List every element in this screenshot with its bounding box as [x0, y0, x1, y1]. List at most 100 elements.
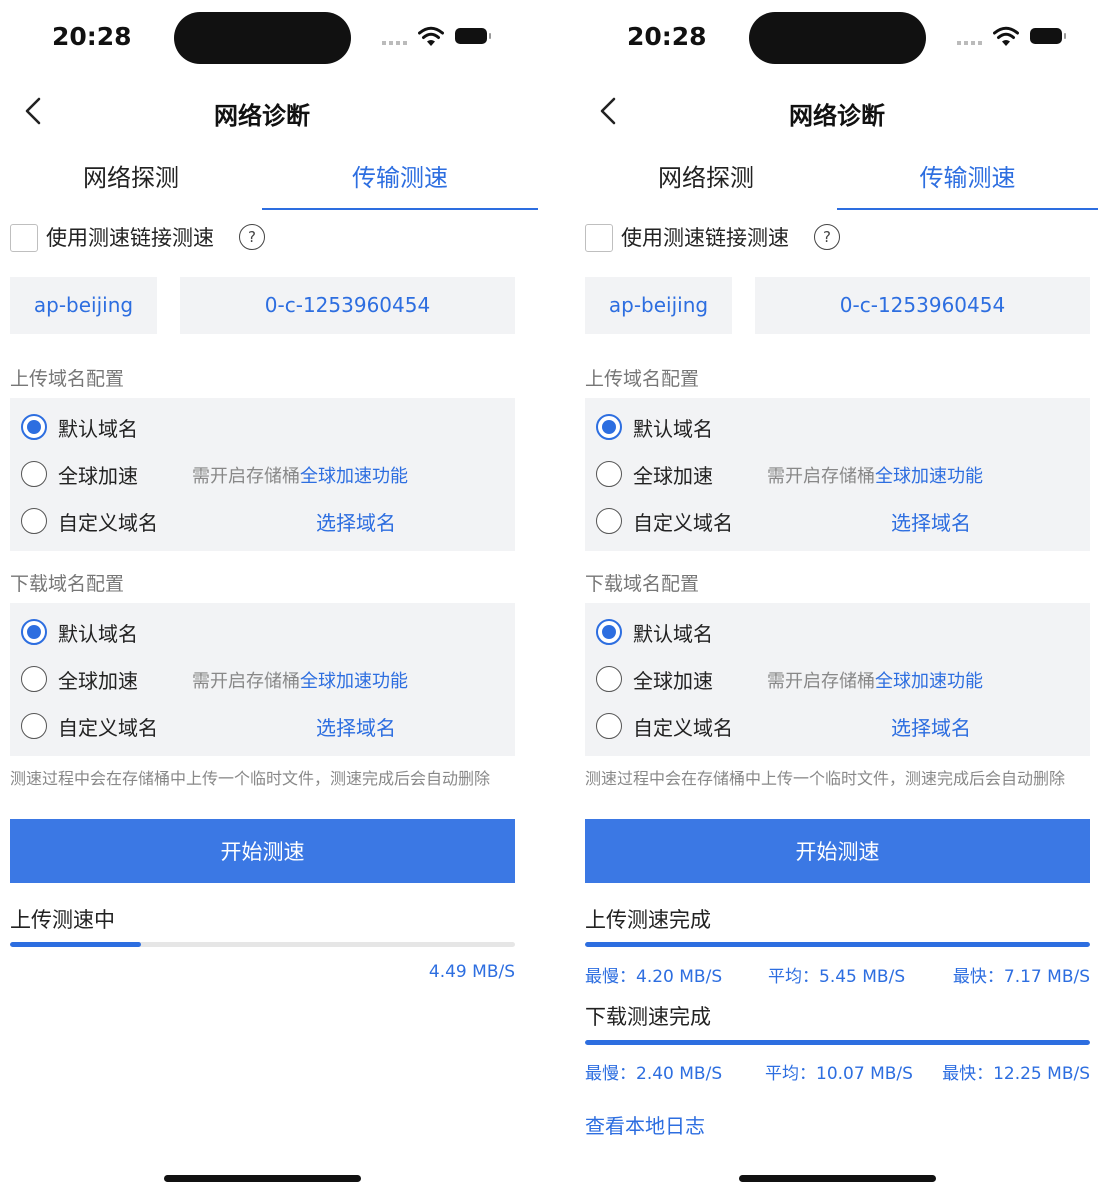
upload-option-default[interactable]: 默认域名	[10, 409, 515, 449]
upload-progress-fill	[585, 942, 1090, 947]
region-selector[interactable]: ap-beijing	[10, 277, 157, 334]
choose-domain-link[interactable]: 选择域名	[891, 712, 971, 741]
upload-domain-options: 默认域名 全球加速 需开启存储桶全球加速功能 自定义域名 选择域名	[585, 398, 1090, 551]
radio-icon[interactable]	[596, 508, 622, 534]
option-label[interactable]: 自定义域名	[633, 712, 733, 741]
tab-transfer-speed[interactable]: 传输测速	[262, 160, 538, 210]
page-title: 网络诊断	[789, 102, 885, 130]
battery-icon	[1030, 28, 1066, 44]
upload-option-custom[interactable]: 自定义域名 选择域名	[10, 503, 515, 543]
status-time: 20:28	[627, 22, 707, 51]
bucket-selector[interactable]: 0-c-1253960454	[755, 277, 1090, 334]
global-accel-link[interactable]: 全球加速功能	[875, 671, 983, 692]
choose-domain-link[interactable]: 选择域名	[316, 712, 396, 741]
download-domain-section-label: 下载域名配置	[10, 573, 125, 595]
download-option-custom[interactable]: 自定义域名 选择域名	[585, 708, 1090, 748]
speed-link-label: 使用测速链接测速	[621, 226, 789, 250]
option-label[interactable]: 默认域名	[633, 618, 713, 647]
radio-icon[interactable]	[21, 414, 47, 440]
speed-test-notice: 测速过程中会在存储桶中上传一个临时文件，测速完成后会自动删除	[10, 769, 491, 788]
hint-text: 需开启存储桶	[767, 466, 875, 487]
radio-icon[interactable]	[596, 461, 622, 487]
radio-icon[interactable]	[21, 461, 47, 487]
upload-progress-fill	[10, 942, 142, 947]
upload-option-custom[interactable]: 自定义域名 选择域名	[585, 503, 1090, 543]
radio-icon[interactable]	[21, 713, 47, 739]
start-speed-test-button[interactable]: 开始测速	[585, 819, 1090, 883]
hint-text: 需开启存储桶	[192, 671, 300, 692]
option-label[interactable]: 全球加速	[58, 460, 138, 489]
view-local-log-link[interactable]: 查看本地日志	[585, 1110, 705, 1139]
download-option-default[interactable]: 默认域名	[10, 614, 515, 654]
dynamic-island	[749, 12, 926, 64]
home-indicator	[164, 1175, 361, 1182]
help-circle-icon[interactable]: ?	[239, 224, 265, 250]
upload-option-default[interactable]: 默认域名	[585, 409, 1090, 449]
upload-domain-options: 默认域名 全球加速 需开启存储桶全球加速功能 自定义域名 选择域名	[10, 398, 515, 551]
upload-domain-section-label: 上传域名配置	[585, 368, 700, 390]
upload-option-global[interactable]: 全球加速 需开启存储桶全球加速功能	[585, 456, 1090, 496]
option-label[interactable]: 全球加速	[58, 665, 138, 694]
upload-progress-bar	[10, 942, 515, 947]
choose-domain-link[interactable]: 选择域名	[316, 507, 396, 536]
upload-slowest: 最慢：4.20 MB/S	[585, 967, 723, 987]
radio-icon[interactable]	[596, 619, 622, 645]
option-label[interactable]: 自定义域名	[58, 712, 158, 741]
download-option-custom[interactable]: 自定义域名 选择域名	[10, 708, 515, 748]
speed-link-checkbox[interactable]	[585, 224, 613, 252]
download-progress-fill	[585, 1040, 1090, 1045]
option-label[interactable]: 默认域名	[58, 618, 138, 647]
hint-text: 需开启存储桶	[767, 671, 875, 692]
tab-network-probe[interactable]: 网络探测	[0, 160, 262, 208]
current-speed: 4.49 MB/S	[428, 962, 515, 982]
region-selector[interactable]: ap-beijing	[585, 277, 732, 334]
tab-network-probe[interactable]: 网络探测	[575, 160, 837, 208]
radio-icon[interactable]	[21, 666, 47, 692]
page-title: 网络诊断	[214, 102, 310, 130]
download-domain-options: 默认域名 全球加速 需开启存储桶全球加速功能 自定义域名 选择域名	[10, 603, 515, 756]
speed-test-notice: 测速过程中会在存储桶中上传一个临时文件，测速完成后会自动删除	[585, 769, 1066, 788]
status-time: 20:28	[52, 22, 132, 51]
upload-option-global[interactable]: 全球加速 需开启存储桶全球加速功能	[10, 456, 515, 496]
global-accel-hint: 需开启存储桶全球加速功能	[192, 667, 408, 693]
download-domain-section-label: 下载域名配置	[585, 573, 700, 595]
wifi-icon	[993, 26, 1019, 46]
right-screen: 20:28 网络诊断 网络探测 传输测速 使用测速链接测速 ? ap-beiji…	[575, 0, 1098, 1200]
download-option-default[interactable]: 默认域名	[585, 614, 1090, 654]
option-label[interactable]: 自定义域名	[58, 507, 158, 536]
speed-link-checkbox[interactable]	[10, 224, 38, 252]
tab-transfer-speed[interactable]: 传输测速	[837, 160, 1098, 210]
radio-icon[interactable]	[596, 414, 622, 440]
choose-domain-link[interactable]: 选择域名	[891, 507, 971, 536]
option-label[interactable]: 默认域名	[633, 413, 713, 442]
radio-icon[interactable]	[21, 508, 47, 534]
download-slowest: 最慢：2.40 MB/S	[585, 1064, 723, 1084]
upload-result-title: 上传测速完成	[585, 908, 711, 932]
signal-icon	[957, 41, 985, 45]
radio-icon[interactable]	[596, 713, 622, 739]
global-accel-link[interactable]: 全球加速功能	[300, 466, 408, 487]
radio-icon[interactable]	[596, 666, 622, 692]
radio-icon[interactable]	[21, 619, 47, 645]
bucket-selector[interactable]: 0-c-1253960454	[180, 277, 515, 334]
global-accel-link[interactable]: 全球加速功能	[875, 466, 983, 487]
home-indicator	[739, 1175, 936, 1182]
dynamic-island	[174, 12, 351, 64]
option-label[interactable]: 全球加速	[633, 665, 713, 694]
download-option-global[interactable]: 全球加速 需开启存储桶全球加速功能	[585, 661, 1090, 701]
download-domain-options: 默认域名 全球加速 需开启存储桶全球加速功能 自定义域名 选择域名	[585, 603, 1090, 756]
start-speed-test-button[interactable]: 开始测速	[10, 819, 515, 883]
left-screen: 20:28 网络诊断 网络探测 传输测速 使用测速链接测速 ? ap-beiji…	[0, 0, 540, 1200]
option-label[interactable]: 自定义域名	[633, 507, 733, 536]
global-accel-hint: 需开启存储桶全球加速功能	[767, 462, 983, 488]
global-accel-hint: 需开启存储桶全球加速功能	[192, 462, 408, 488]
global-accel-link[interactable]: 全球加速功能	[300, 671, 408, 692]
download-option-global[interactable]: 全球加速 需开启存储桶全球加速功能	[10, 661, 515, 701]
option-label[interactable]: 全球加速	[633, 460, 713, 489]
option-label[interactable]: 默认域名	[58, 413, 138, 442]
download-fastest: 最快：12.25 MB/S	[942, 1064, 1090, 1084]
speed-link-label: 使用测速链接测速	[46, 226, 214, 250]
download-average: 平均：10.07 MB/S	[765, 1064, 913, 1084]
help-circle-icon[interactable]: ?	[814, 224, 840, 250]
download-progress-bar	[585, 1040, 1090, 1045]
